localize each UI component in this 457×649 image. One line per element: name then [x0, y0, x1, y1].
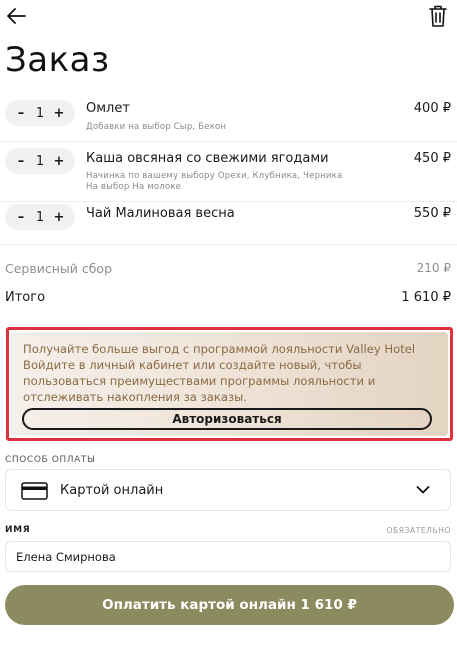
- quantity-stepper: – 1 +: [5, 100, 75, 126]
- total-value: 1 610 ₽: [401, 290, 451, 305]
- order-item: – 1 + Омлет Добавки на выбор Сыр, Бекон …: [0, 86, 457, 142]
- decrease-quantity-button[interactable]: –: [15, 154, 27, 169]
- pay-online-button[interactable]: Оплатить картой онлайн 1 610 ₽: [5, 585, 454, 625]
- payment-method-label: СПОСОБ ОПЛАТЫ: [5, 455, 96, 465]
- quantity-stepper: – 1 +: [5, 204, 75, 230]
- page-title: Заказ: [5, 40, 110, 80]
- item-name: Каша овсяная со свежими ягодами: [86, 151, 329, 166]
- trash-icon: [429, 5, 447, 27]
- name-input[interactable]: [5, 541, 451, 572]
- increase-quantity-button[interactable]: +: [53, 210, 65, 225]
- total-label: Итого: [5, 290, 46, 305]
- loyalty-text: Получайте больше выгод с программой лоял…: [23, 342, 416, 404]
- total-row: Итого 1 610 ₽: [5, 290, 451, 305]
- loyalty-banner-body: Получайте больше выгод с программой лоял…: [11, 332, 448, 436]
- order-item: – 1 + Чай Малиновая весна 550 ₽: [0, 202, 457, 245]
- back-button[interactable]: [6, 5, 28, 27]
- quantity-value: 1: [35, 153, 45, 169]
- chevron-down-icon: [416, 486, 430, 494]
- item-name: Чай Малиновая весна: [86, 206, 235, 221]
- order-item: – 1 + Каша овсяная со свежими ягодами На…: [0, 142, 457, 202]
- login-button[interactable]: Авторизоваться: [22, 408, 432, 430]
- quantity-value: 1: [35, 105, 45, 121]
- decrease-quantity-button[interactable]: –: [15, 106, 27, 121]
- credit-card-icon: [21, 482, 48, 500]
- quantity-stepper: – 1 +: [5, 148, 75, 174]
- order-items-list: – 1 + Омлет Добавки на выбор Сыр, Бекон …: [0, 86, 457, 245]
- item-options: Добавки на выбор Сыр, Бекон: [86, 122, 227, 132]
- top-bar: [0, 0, 457, 36]
- item-name: Омлет: [86, 101, 130, 116]
- arrow-left-icon: [7, 8, 26, 24]
- decrease-quantity-button[interactable]: –: [15, 210, 27, 225]
- delete-order-button[interactable]: [427, 4, 449, 28]
- payment-method-value: Картой онлайн: [60, 483, 164, 498]
- service-fee-value: 210 ₽: [416, 261, 451, 275]
- service-fee-label: Сервисный сбор: [5, 261, 113, 276]
- item-options: На выбор На молоке: [86, 182, 182, 192]
- item-price: 400 ₽: [413, 101, 451, 116]
- quantity-value: 1: [35, 209, 45, 225]
- item-options: Начинка по вашему выбору Орехи, Клубника…: [86, 171, 343, 181]
- item-price: 550 ₽: [413, 206, 451, 221]
- name-field-label: ИМЯ: [5, 525, 31, 535]
- increase-quantity-button[interactable]: +: [53, 106, 65, 121]
- payment-method-select[interactable]: Картой онлайн: [5, 469, 451, 511]
- item-price: 450 ₽: [413, 151, 451, 166]
- service-fee-row: Сервисный сбор 210 ₽: [5, 261, 451, 276]
- required-label: ОБЯЗАТЕЛЬНО: [386, 526, 451, 535]
- loyalty-banner: Получайте больше выгод с программой лоял…: [6, 327, 453, 441]
- increase-quantity-button[interactable]: +: [53, 154, 65, 169]
